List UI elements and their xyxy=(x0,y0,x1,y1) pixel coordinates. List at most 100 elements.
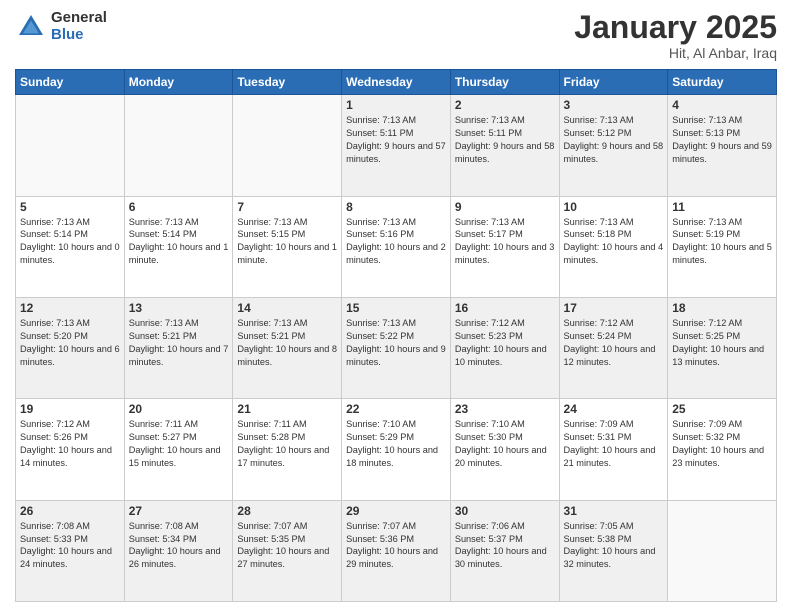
cell-text: Sunrise: 7:13 AMSunset: 5:13 PMDaylight:… xyxy=(672,114,772,166)
calendar-cell: 17Sunrise: 7:12 AMSunset: 5:24 PMDayligh… xyxy=(559,297,668,398)
cell-text: Sunrise: 7:07 AMSunset: 5:35 PMDaylight:… xyxy=(237,520,337,572)
day-number: 8 xyxy=(346,200,446,214)
calendar-day-header: Thursday xyxy=(450,70,559,95)
calendar-week-row: 26Sunrise: 7:08 AMSunset: 5:33 PMDayligh… xyxy=(16,500,777,601)
logo-blue: Blue xyxy=(51,27,107,44)
calendar-cell: 21Sunrise: 7:11 AMSunset: 5:28 PMDayligh… xyxy=(233,399,342,500)
calendar-cell: 20Sunrise: 7:11 AMSunset: 5:27 PMDayligh… xyxy=(124,399,233,500)
day-number: 12 xyxy=(20,301,120,315)
day-number: 24 xyxy=(564,402,664,416)
calendar-cell: 2Sunrise: 7:13 AMSunset: 5:11 PMDaylight… xyxy=(450,95,559,196)
day-number: 9 xyxy=(455,200,555,214)
day-number: 28 xyxy=(237,504,337,518)
cell-text: Sunrise: 7:13 AMSunset: 5:22 PMDaylight:… xyxy=(346,317,446,369)
day-number: 5 xyxy=(20,200,120,214)
cell-text: Sunrise: 7:10 AMSunset: 5:30 PMDaylight:… xyxy=(455,418,555,470)
day-number: 19 xyxy=(20,402,120,416)
calendar-cell: 30 Sunrise: 7:06 AMSunset: 5:37 PMDayligh… xyxy=(450,500,559,601)
calendar-week-row: 5 Sunrise: 7:13 AMSunset: 5:14 PMDaylight… xyxy=(16,196,777,297)
logo-general: General xyxy=(51,10,107,27)
cell-text: Sunrise: 7:06 AMSunset: 5:37 PMDaylight:… xyxy=(455,520,555,572)
day-number: 14 xyxy=(237,301,337,315)
calendar-cell xyxy=(124,95,233,196)
day-number: 10 xyxy=(564,200,664,214)
day-number: 23 xyxy=(455,402,555,416)
calendar-cell: 12Sunrise: 7:13 AMSunset: 5:20 PMDayligh… xyxy=(16,297,125,398)
calendar-cell: 8 Sunrise: 7:13 AMSunset: 5:16 PMDaylight… xyxy=(342,196,451,297)
day-number: 31 xyxy=(564,504,664,518)
day-number: 21 xyxy=(237,402,337,416)
day-number: 30 xyxy=(455,504,555,518)
day-number: 22 xyxy=(346,402,446,416)
day-number: 15 xyxy=(346,301,446,315)
day-number: 3 xyxy=(564,98,664,112)
day-number: 20 xyxy=(129,402,229,416)
logo-text: General Blue xyxy=(51,10,107,43)
calendar-cell: 7 Sunrise: 7:13 AMSunset: 5:15 PMDaylight… xyxy=(233,196,342,297)
cell-text: Sunrise: 7:13 AMSunset: 5:17 PMDaylight:… xyxy=(455,216,555,268)
calendar-cell: 14 Sunrise: 7:13 AMSunset: 5:21 PMDayligh… xyxy=(233,297,342,398)
calendar-cell: 5 Sunrise: 7:13 AMSunset: 5:14 PMDaylight… xyxy=(16,196,125,297)
calendar-cell: 4 Sunrise: 7:13 AMSunset: 5:13 PMDaylight… xyxy=(668,95,777,196)
day-number: 18 xyxy=(672,301,772,315)
day-number: 4 xyxy=(672,98,772,112)
calendar-cell: 23 Sunrise: 7:10 AMSunset: 5:30 PMDayligh… xyxy=(450,399,559,500)
cell-text: Sunrise: 7:13 AMSunset: 5:21 PMDaylight:… xyxy=(129,317,229,369)
calendar-day-header: Sunday xyxy=(16,70,125,95)
day-number: 29 xyxy=(346,504,446,518)
cell-text: Sunrise: 7:13 AMSunset: 5:21 PMDaylight:… xyxy=(237,317,337,369)
cell-text: Sunrise: 7:09 AMSunset: 5:31 PMDaylight:… xyxy=(564,418,664,470)
day-number: 1 xyxy=(346,98,446,112)
cell-text: Sunrise: 7:08 AMSunset: 5:34 PMDaylight:… xyxy=(129,520,229,572)
cell-text: Sunrise: 7:13 AMSunset: 5:15 PMDaylight:… xyxy=(237,216,337,268)
calendar-week-row: 19Sunrise: 7:12 AMSunset: 5:26 PMDayligh… xyxy=(16,399,777,500)
calendar-week-row: 1 Sunrise: 7:13 AMSunset: 5:11 PMDaylight… xyxy=(16,95,777,196)
calendar-week-row: 12Sunrise: 7:13 AMSunset: 5:20 PMDayligh… xyxy=(16,297,777,398)
cell-text: Sunrise: 7:12 AMSunset: 5:24 PMDaylight:… xyxy=(564,317,664,369)
calendar-cell: 24 Sunrise: 7:09 AMSunset: 5:31 PMDayligh… xyxy=(559,399,668,500)
location: Hit, Al Anbar, Iraq xyxy=(574,45,777,61)
calendar-cell: 19Sunrise: 7:12 AMSunset: 5:26 PMDayligh… xyxy=(16,399,125,500)
calendar-cell: 11 Sunrise: 7:13 AMSunset: 5:19 PMDayligh… xyxy=(668,196,777,297)
calendar-cell: 18 Sunrise: 7:12 AMSunset: 5:25 PMDayligh… xyxy=(668,297,777,398)
cell-text: Sunrise: 7:07 AMSunset: 5:36 PMDaylight:… xyxy=(346,520,446,572)
cell-text: Sunrise: 7:12 AMSunset: 5:23 PMDaylight:… xyxy=(455,317,555,369)
day-number: 25 xyxy=(672,402,772,416)
day-number: 16 xyxy=(455,301,555,315)
cell-text: Sunrise: 7:13 AMSunset: 5:14 PMDaylight:… xyxy=(129,216,229,268)
cell-text: Sunrise: 7:13 AMSunset: 5:11 PMDaylight:… xyxy=(455,114,555,166)
calendar-cell xyxy=(668,500,777,601)
calendar-cell: 27Sunrise: 7:08 AMSunset: 5:34 PMDayligh… xyxy=(124,500,233,601)
calendar-cell xyxy=(16,95,125,196)
calendar-cell: 1 Sunrise: 7:13 AMSunset: 5:11 PMDaylight… xyxy=(342,95,451,196)
cell-text: Sunrise: 7:09 AMSunset: 5:32 PMDaylight:… xyxy=(672,418,772,470)
day-number: 11 xyxy=(672,200,772,214)
calendar-cell: 15 Sunrise: 7:13 AMSunset: 5:22 PMDayligh… xyxy=(342,297,451,398)
day-number: 7 xyxy=(237,200,337,214)
calendar-cell: 6 Sunrise: 7:13 AMSunset: 5:14 PMDaylight… xyxy=(124,196,233,297)
calendar-cell: 26Sunrise: 7:08 AMSunset: 5:33 PMDayligh… xyxy=(16,500,125,601)
calendar-cell: 13Sunrise: 7:13 AMSunset: 5:21 PMDayligh… xyxy=(124,297,233,398)
calendar-day-header: Saturday xyxy=(668,70,777,95)
calendar-cell: 22 Sunrise: 7:10 AMSunset: 5:29 PMDayligh… xyxy=(342,399,451,500)
calendar-day-header: Friday xyxy=(559,70,668,95)
cell-text: Sunrise: 7:13 AMSunset: 5:18 PMDaylight:… xyxy=(564,216,664,268)
cell-text: Sunrise: 7:13 AMSunset: 5:14 PMDaylight:… xyxy=(20,216,120,268)
cell-text: Sunrise: 7:13 AMSunset: 5:12 PMDaylight:… xyxy=(564,114,664,166)
calendar-day-header: Tuesday xyxy=(233,70,342,95)
cell-text: Sunrise: 7:13 AMSunset: 5:16 PMDaylight:… xyxy=(346,216,446,268)
cell-text: Sunrise: 7:08 AMSunset: 5:33 PMDaylight:… xyxy=(20,520,120,572)
cell-text: Sunrise: 7:13 AMSunset: 5:11 PMDaylight:… xyxy=(346,114,446,166)
calendar-cell: 31Sunrise: 7:05 AMSunset: 5:38 PMDayligh… xyxy=(559,500,668,601)
logo-icon xyxy=(15,11,47,43)
calendar-cell xyxy=(233,95,342,196)
calendar-cell: 9 Sunrise: 7:13 AMSunset: 5:17 PMDaylight… xyxy=(450,196,559,297)
cell-text: Sunrise: 7:12 AMSunset: 5:25 PMDaylight:… xyxy=(672,317,772,369)
calendar-day-header: Wednesday xyxy=(342,70,451,95)
month-title: January 2025 xyxy=(574,10,777,45)
calendar-day-header: Monday xyxy=(124,70,233,95)
cell-text: Sunrise: 7:13 AMSunset: 5:19 PMDaylight:… xyxy=(672,216,772,268)
page: General Blue January 2025 Hit, Al Anbar,… xyxy=(0,0,792,612)
day-number: 6 xyxy=(129,200,229,214)
cell-text: Sunrise: 7:10 AMSunset: 5:29 PMDaylight:… xyxy=(346,418,446,470)
